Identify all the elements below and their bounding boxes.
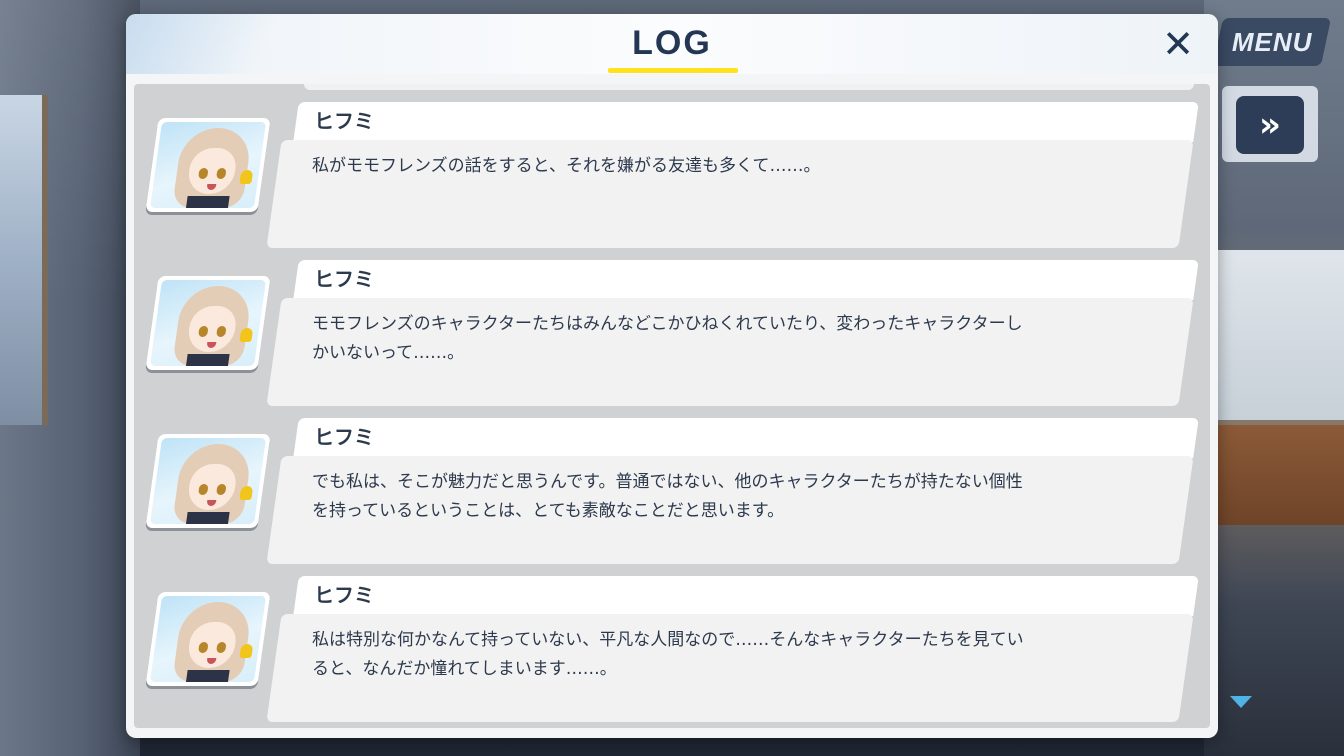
menu-label: MENU [1231, 26, 1313, 57]
speaker-portrait [145, 276, 271, 370]
background-cabinet [1218, 425, 1344, 525]
menu-button[interactable]: MENU [1212, 18, 1332, 66]
speaker-name: ヒフミ [314, 267, 374, 291]
log-title: LOG [632, 24, 712, 62]
fast-forward-button[interactable]: » [1236, 96, 1304, 154]
dialogue-text: モモフレンズのキャラクターたちはみんなどこかひねくれていたり、変わったキャラクタ… [312, 314, 1023, 363]
log-header: LOG ✕ [126, 14, 1218, 74]
log-list[interactable]: ヒフミ 私がモモフレンズの話をすると、それを嫌がる友達も多くて……。 ヒフミ モ… [134, 84, 1210, 728]
close-button[interactable]: ✕ [1158, 24, 1198, 64]
speaker-portrait [145, 434, 271, 528]
speaker-name: ヒフミ [314, 583, 374, 607]
speaker-name-tab [293, 576, 1199, 616]
speaker-name: ヒフミ [314, 109, 374, 133]
dialogue-text: でも私は、そこが魅力だと思うんです。普通ではない、他のキャラクターたちが持たない… [312, 472, 1023, 521]
log-dialog: LOG ✕ ヒフミ 私がモモフレンズの話をすると、それを嫌がる友達も多くて……。… [126, 14, 1218, 738]
previous-entry-edge [304, 84, 1194, 90]
dialogue-text: 私がモモフレンズの話をすると、それを嫌がる友達も多くて……。 [312, 156, 821, 176]
log-entry: ヒフミ モモフレンズのキャラクターたちはみんなどこかひねくれていたり、変わったキ… [134, 256, 1210, 406]
dialogue-text: 私は特別な何かなんて持っていない、平凡な人間なので……そんなキャラクターたちを見… [312, 630, 1024, 679]
background-whiteboard [1218, 250, 1344, 420]
title-underline [608, 68, 738, 73]
speaker-name: ヒフミ [314, 425, 374, 449]
speaker-name-tab [293, 102, 1199, 142]
fast-forward-icon: » [1259, 105, 1281, 145]
speaker-name-tab [293, 260, 1199, 300]
log-entry: ヒフミ 私は特別な何かなんて持っていない、平凡な人間なので……そんなキャラクター… [134, 572, 1210, 722]
background-window [0, 95, 48, 425]
close-icon: ✕ [1162, 22, 1194, 66]
log-entry: ヒフミ 私がモモフレンズの話をすると、それを嫌がる友達も多くて……。 [134, 98, 1210, 248]
log-entry: ヒフミ でも私は、そこが魅力だと思うんです。普通ではない、他のキャラクターたちが… [134, 414, 1210, 564]
speaker-portrait [145, 592, 271, 686]
speaker-name-tab [293, 418, 1199, 458]
scroll-down-icon[interactable] [1230, 696, 1252, 708]
speaker-portrait [145, 118, 271, 212]
